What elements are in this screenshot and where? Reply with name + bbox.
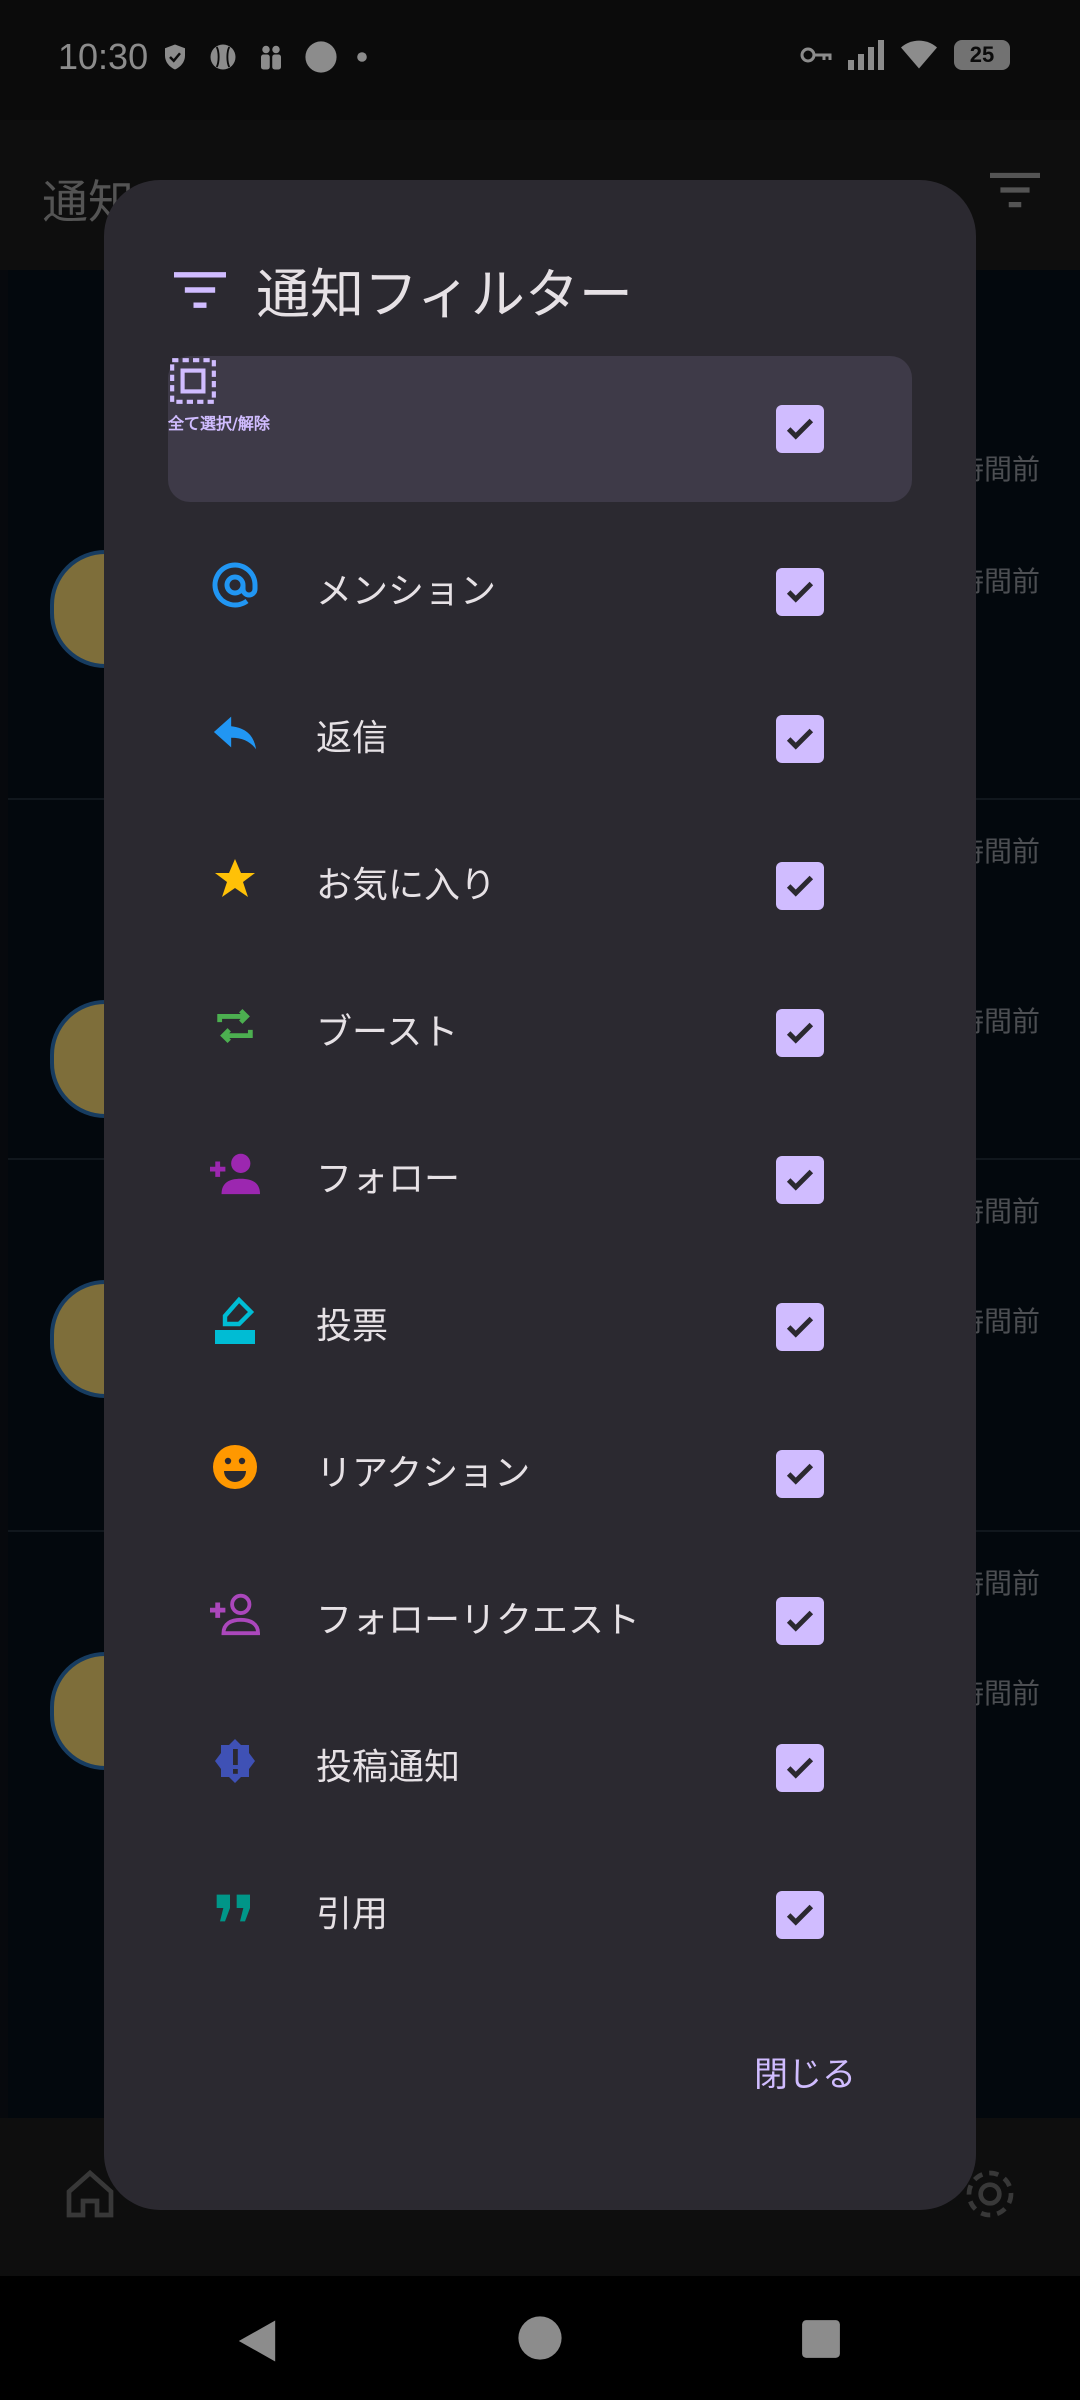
check-icon (786, 1757, 814, 1779)
repeat-icon (210, 1001, 260, 1051)
select-all-icon (168, 356, 912, 410)
check-icon (786, 1904, 814, 1926)
filter-row-reaction[interactable]: リアクション (168, 1402, 912, 1532)
notification-filter-dialog: 通知フィルター 全て選択/解除 メンション 返信 お気に入り ブースト フォロー… (104, 180, 976, 2210)
check-icon (786, 1169, 814, 1191)
filter-label: メンション (316, 571, 497, 612)
poll-checkbox[interactable] (776, 1303, 824, 1351)
filter-row-mention[interactable]: メンション (168, 520, 912, 650)
filter-label: 投稿通知 (316, 1747, 461, 1788)
person-add-outline-icon (210, 1589, 260, 1639)
filter-label: お気に入り (316, 865, 497, 906)
filter-label: リアクション (316, 1453, 531, 1494)
check-icon (786, 581, 814, 603)
filter-label: 引用 (316, 1894, 389, 1935)
quote-checkbox[interactable] (776, 1891, 824, 1939)
filter-label: フォローリクエスト (316, 1600, 641, 1641)
filter-row-quote[interactable]: 引用 (168, 1843, 912, 1973)
person-add-icon (210, 1148, 260, 1198)
follow-checkbox[interactable] (776, 1156, 824, 1204)
filter-row-favourite[interactable]: お気に入り (168, 814, 912, 944)
filter-row-poll[interactable]: 投票 (168, 1255, 912, 1385)
filter-row-follow-request[interactable]: フォローリクエスト (168, 1549, 912, 1679)
select-all-row[interactable]: 全て選択/解除 (168, 356, 912, 502)
follow-request-checkbox[interactable] (776, 1597, 824, 1645)
check-icon (786, 1610, 814, 1632)
favourite-checkbox[interactable] (776, 862, 824, 910)
dialog-title: 通知フィルター (256, 263, 633, 326)
filter-list-icon (174, 271, 226, 308)
check-icon (786, 418, 814, 440)
boost-checkbox[interactable] (776, 1009, 824, 1057)
dialog-header: 通知フィルター (174, 250, 633, 329)
filter-label: ブースト (316, 1012, 459, 1053)
post-notification-checkbox[interactable] (776, 1744, 824, 1792)
reply-icon (210, 707, 260, 757)
mention-checkbox[interactable] (776, 568, 824, 616)
at-icon (210, 560, 260, 610)
filter-label: 投票 (316, 1306, 389, 1347)
select-all-checkbox[interactable] (776, 405, 824, 453)
check-icon (786, 875, 814, 897)
check-icon (786, 1463, 814, 1485)
check-icon (786, 1316, 814, 1338)
alert-badge-icon (210, 1736, 260, 1786)
filter-list: メンション 返信 お気に入り ブースト フォロー 投票 リアクション フォローリ… (104, 520, 976, 2140)
star-icon (210, 854, 260, 904)
filter-row-boost[interactable]: ブースト (168, 961, 912, 1091)
filter-label: フォロー (316, 1159, 461, 1200)
emoji-icon (210, 1442, 260, 1492)
reaction-checkbox[interactable] (776, 1450, 824, 1498)
filter-row-post-notification[interactable]: 投稿通知 (168, 1696, 912, 1826)
filter-label: 返信 (316, 718, 389, 759)
close-button[interactable]: 閉じる (734, 2033, 876, 2110)
reply-checkbox[interactable] (776, 715, 824, 763)
filter-row-follow[interactable]: フォロー (168, 1108, 912, 1238)
ballot-icon (210, 1295, 260, 1345)
check-icon (786, 728, 814, 750)
filter-row-reply[interactable]: 返信 (168, 667, 912, 797)
quote-icon (210, 1883, 260, 1933)
check-icon (786, 1022, 814, 1044)
